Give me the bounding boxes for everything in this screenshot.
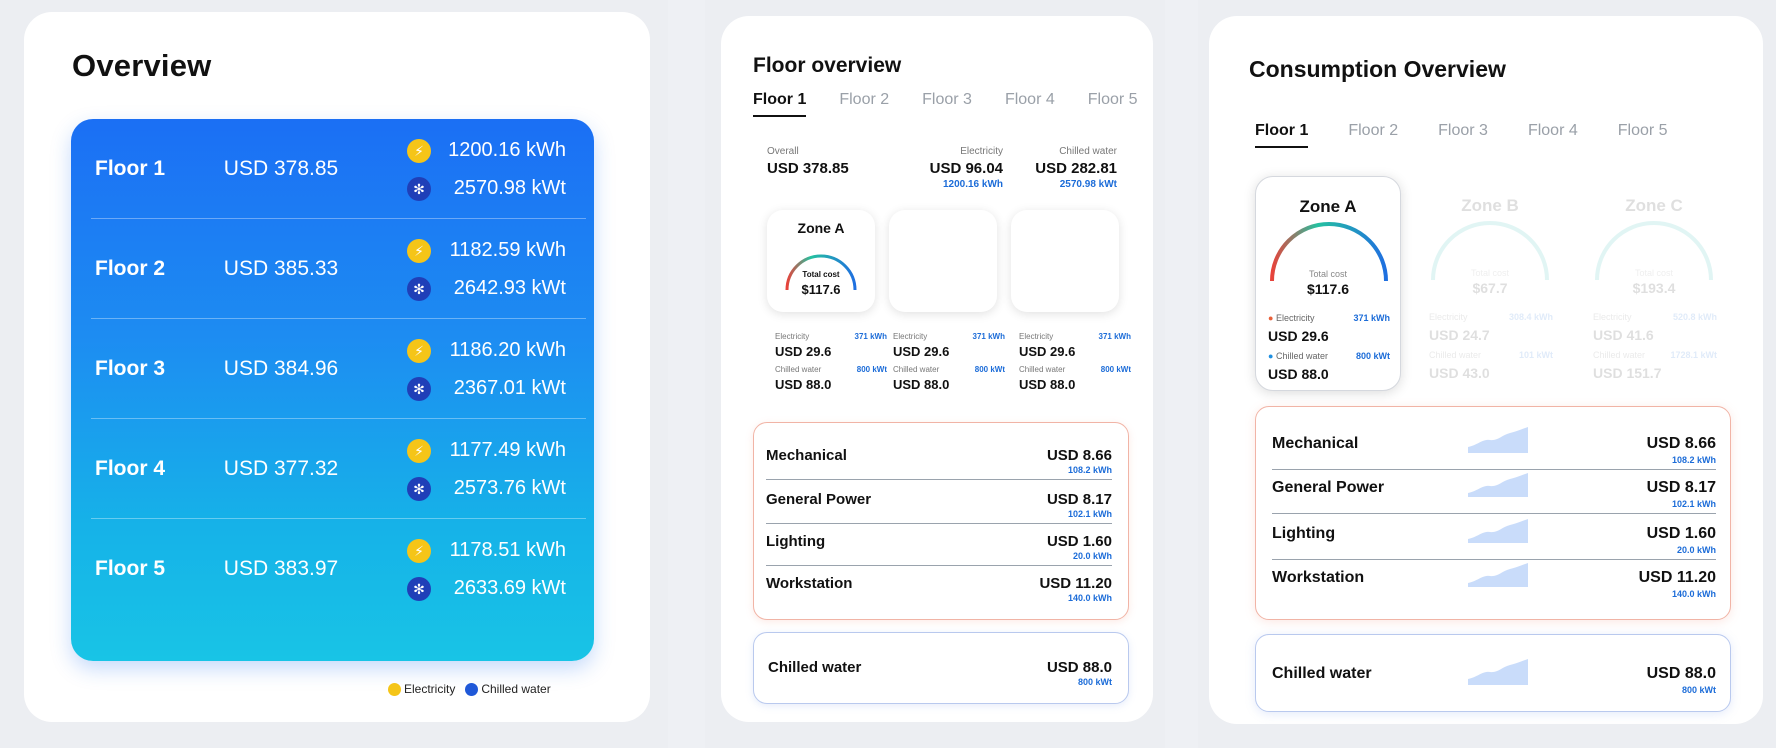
electricity-value: 1178.51 kWh: [449, 539, 566, 561]
floor-cost: USD 385.33: [223, 257, 339, 280]
tab-floor-5[interactable]: Floor 5: [1618, 122, 1668, 140]
zone-c-stats: Electricity 371 kWh USD 29.6 Chilled wate…: [1019, 332, 1131, 392]
floor-tabs: Floor 1 Floor 2 Floor 3 Floor 4 Floor 5: [753, 91, 1138, 117]
tab-floor-1[interactable]: Floor 1: [1255, 122, 1309, 148]
electricity-dot-icon: [388, 683, 401, 697]
floor-name: Floor 5: [95, 557, 166, 580]
sparkline-icon: [1468, 659, 1528, 685]
floor-cost: USD 383.97: [223, 557, 339, 580]
floor-cost: USD 384.96: [223, 357, 339, 380]
legend: Electricity Chilled water: [388, 682, 551, 697]
tab-floor-2[interactable]: Floor 2: [839, 91, 889, 109]
tab-floor-3[interactable]: Floor 3: [1438, 122, 1488, 140]
overview-title: Overview: [72, 48, 212, 83]
consumption-title: Consumption Overview: [1249, 56, 1506, 82]
zone-c-card[interactable]: Zone C Total cost $193.4 Electricity 520.…: [1581, 176, 1727, 391]
tab-floor-5[interactable]: Floor 5: [1088, 91, 1138, 109]
overview-card: Overview Floor 1 USD 378.85 ⚡ 1200.16 kW…: [24, 12, 650, 722]
category-row-workstation[interactable]: Workstation USD 11.20 140.0 kWh: [766, 575, 1112, 615]
water-dot-icon: [465, 683, 479, 697]
floor-list: Floor 1 USD 378.85 ⚡ 1200.16 kWh ✻ 2570.…: [71, 119, 594, 661]
water-value: 2570.98 kWt: [453, 177, 566, 199]
floor-overview-card: Floor overview Floor 1 Floor 2 Floor 3 F…: [721, 16, 1153, 722]
water-value: 2642.93 kWt: [453, 277, 566, 299]
tab-floor-3[interactable]: Floor 3: [922, 91, 972, 109]
zone-b-tile[interactable]: [889, 210, 997, 312]
zone-a-tile[interactable]: Zone A Total cost $117.6: [767, 210, 875, 312]
sparkline-icon: [1468, 473, 1528, 497]
water-value: 2367.01 kWt: [453, 377, 566, 399]
legend-water: Chilled water: [465, 682, 551, 697]
electricity-value: 1177.49 kWh: [449, 439, 566, 461]
floor-row[interactable]: Floor 3 USD 384.96 ⚡ 1186.20 kWh ✻ 2367.…: [71, 319, 594, 419]
category-row-mechanical[interactable]: Mechanical USD 8.66 108.2 kWh: [766, 447, 1112, 487]
chilled-water-box[interactable]: Chilled water USD 88.0 800 kWt: [1255, 634, 1731, 712]
summary-electricity: Electricity USD 96.04 1200.16 kWh: [929, 146, 1003, 190]
electricity-value: 1182.59 kWh: [449, 239, 566, 261]
row-divider: [1272, 469, 1716, 470]
electricity-value: 1200.16 kWh: [448, 139, 566, 161]
row-divider: [766, 479, 1112, 480]
floor-overview-title: Floor overview: [753, 54, 902, 77]
electricity-value: 1186.20 kWh: [449, 339, 566, 361]
chilled-water-box[interactable]: Chilled water USD 88.0 800 kWt: [753, 632, 1129, 704]
tab-floor-2[interactable]: Floor 2: [1348, 122, 1398, 140]
tab-floor-1[interactable]: Floor 1: [753, 91, 807, 117]
floor-cost: USD 378.85: [223, 157, 339, 180]
row-divider: [1272, 513, 1716, 514]
row-divider: [766, 565, 1112, 566]
row-divider: [766, 523, 1112, 524]
zone-c-tile[interactable]: [1011, 210, 1119, 312]
sparkline-icon: [1468, 519, 1528, 543]
category-row-workstation[interactable]: Workstation USD 11.20 140.0 kWh: [1272, 563, 1716, 617]
tab-floor-4[interactable]: Floor 4: [1528, 122, 1578, 140]
zone-b-card[interactable]: Zone B Total cost $67.7 Electricity 308.4…: [1417, 176, 1563, 391]
consumption-overview-card: Consumption Overview Floor 1 Floor 2 Flo…: [1209, 16, 1763, 724]
category-box: Mechanical USD 8.66 108.2 kWh General Po…: [753, 422, 1129, 620]
floor-row[interactable]: Floor 2 USD 385.33 ⚡ 1182.59 kWh ✻ 2642.…: [71, 219, 594, 319]
summary-chilled-water: Chilled water USD 282.81 2570.98 kWt: [1035, 146, 1117, 190]
floor-row[interactable]: Floor 1 USD 378.85 ⚡ 1200.16 kWh ✻ 2570.…: [71, 119, 594, 219]
category-row-lighting[interactable]: Lighting USD 1.60 20.0 kWh: [766, 533, 1112, 573]
floor-name: Floor 1: [95, 157, 166, 180]
legend-electricity: Electricity: [388, 682, 455, 697]
water-value: 2573.76 kWt: [453, 477, 566, 499]
consumption-floor-tabs: Floor 1 Floor 2 Floor 3 Floor 4 Floor 5: [1255, 122, 1668, 148]
floor-name: Floor 3: [95, 357, 166, 380]
zone-a-card[interactable]: Zone A Total cost $117.6 ● Electricity 37…: [1255, 176, 1401, 391]
floor-row[interactable]: Floor 5 USD 383.97 ⚡ 1178.51 kWh ✻ 2633.…: [71, 519, 594, 619]
category-row-general-power[interactable]: General Power USD 8.17 102.1 kWh: [766, 491, 1112, 531]
summary-overall: Overall USD 378.85: [767, 146, 849, 177]
floor-row[interactable]: Floor 4 USD 377.32 ⚡ 1177.49 kWh ✻ 2573.…: [71, 419, 594, 519]
floor-cost: USD 377.32: [223, 457, 339, 480]
zone-b-stats: Electricity 371 kWh USD 29.6 Chilled wate…: [893, 332, 1005, 392]
floor-name: Floor 4: [95, 457, 166, 480]
water-value: 2633.69 kWt: [453, 577, 566, 599]
sparkline-icon: [1468, 427, 1528, 453]
row-divider: [1272, 559, 1716, 560]
zone-a-stats: Electricity 371 kWh USD 29.6 Chilled wate…: [775, 332, 887, 392]
sparkline-icon: [1468, 563, 1528, 587]
floor-name: Floor 2: [95, 257, 166, 280]
category-box: Mechanical USD 8.66 108.2 kWh General Po…: [1255, 406, 1731, 620]
tab-floor-4[interactable]: Floor 4: [1005, 91, 1055, 109]
